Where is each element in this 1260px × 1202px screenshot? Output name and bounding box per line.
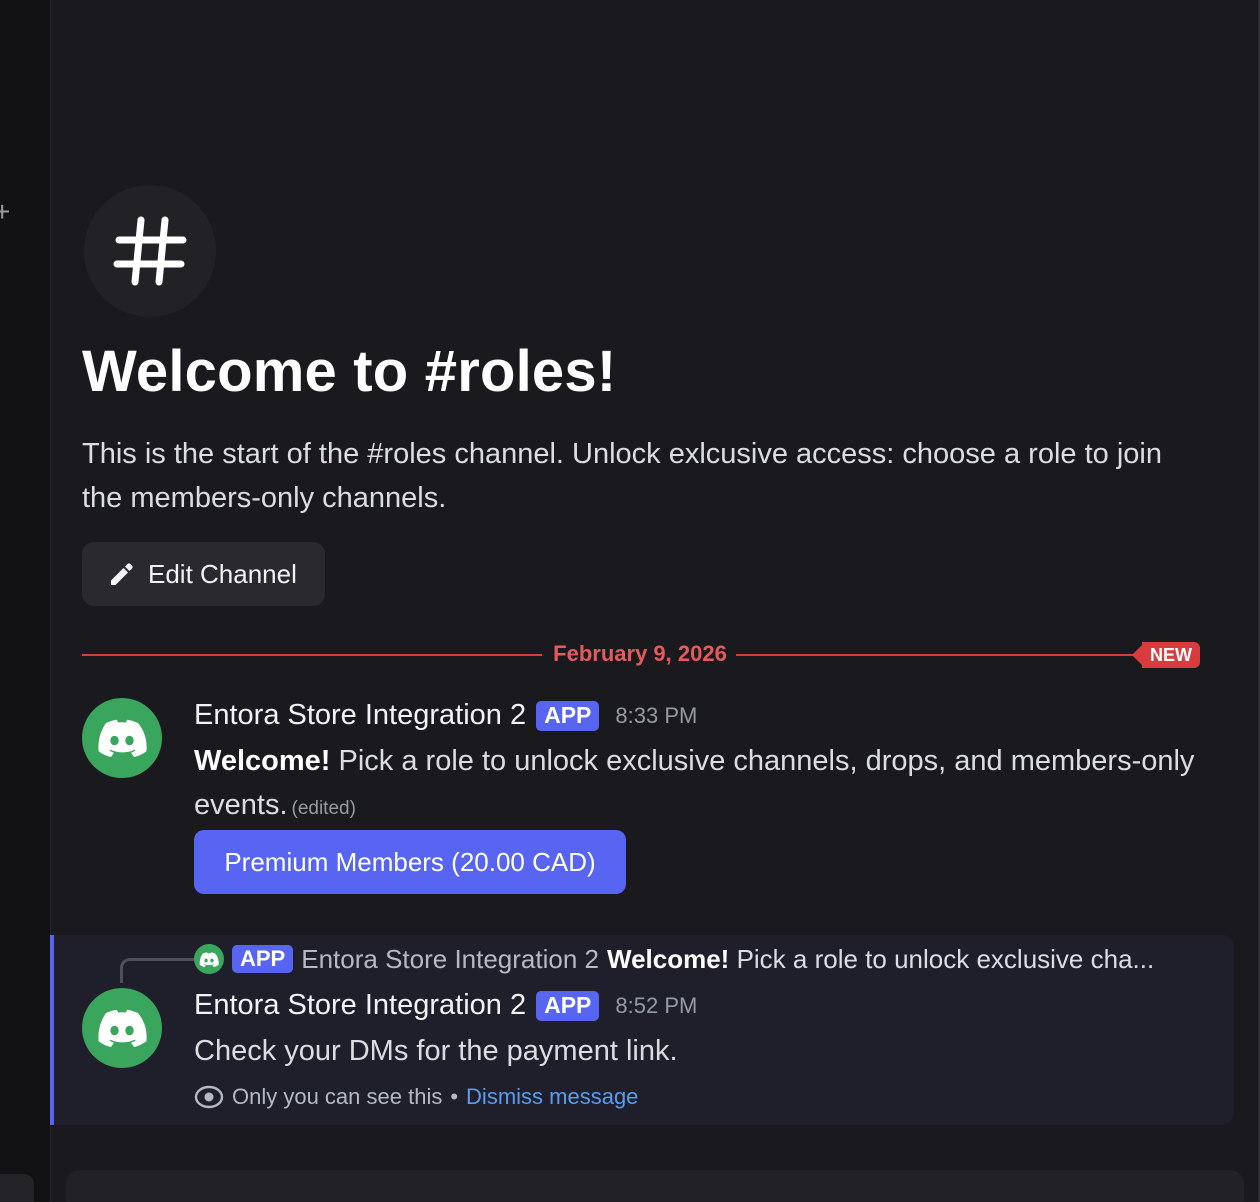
app-tag: APP: [536, 700, 600, 731]
avatar[interactable]: [82, 988, 162, 1068]
edit-channel-button[interactable]: Edit Channel: [82, 542, 325, 606]
date-divider: February 9, 2026 NEW: [82, 640, 1200, 670]
message-body: Welcome! Pick a role to unlock exclusive…: [194, 739, 1204, 831]
ephemeral-note: Only you can see this: [232, 1084, 443, 1109]
message-timestamp: 8:52 PM: [615, 992, 698, 1018]
channel-welcome-title: Welcome to #roles!: [82, 339, 617, 404]
divider-line-right: [736, 654, 1146, 656]
pencil-icon: [111, 563, 133, 585]
edit-channel-label: Edit Channel: [148, 558, 297, 589]
plus-icon[interactable]: +: [0, 198, 10, 226]
divider-date: February 9, 2026: [553, 641, 727, 666]
dismiss-message-link[interactable]: Dismiss message: [466, 1084, 638, 1110]
message-author[interactable]: Entora Store Integration 2: [194, 699, 526, 732]
message-header: Entora Store Integration 2 APP 8:33 PM: [194, 699, 697, 732]
discord-logo-icon: [98, 1009, 147, 1047]
eye-icon: [194, 1085, 224, 1109]
reply-bold-text: Welcome!: [607, 943, 730, 974]
separator-dot: •: [450, 1084, 459, 1109]
reply-connector-line: [120, 958, 195, 983]
left-sidebar-edge: +: [0, 0, 50, 1202]
channel-icon-circle: [84, 185, 216, 317]
sidebar-bottom-panel: [0, 1174, 34, 1202]
avatar[interactable]: [82, 698, 162, 778]
discord-window: + Welcome to #roles! This is the start o…: [0, 0, 1260, 1202]
new-badge-label: NEW: [1142, 642, 1200, 668]
reply-snippet: Welcome! Pick a role to unlock exclusive…: [607, 944, 1154, 975]
app-tag: APP: [536, 990, 600, 1021]
premium-members-button[interactable]: Premium Members (20.00 CAD): [194, 830, 626, 894]
message-composer[interactable]: [66, 1170, 1244, 1202]
message-timestamp: 8:33 PM: [615, 702, 698, 728]
new-badge-notch: [1132, 645, 1142, 665]
edited-label: (edited): [291, 798, 356, 819]
new-messages-badge: NEW: [1132, 642, 1200, 668]
hash-icon: [113, 216, 187, 286]
divider-line-left: [82, 654, 542, 656]
message-text: Check your DMs for the payment link.: [194, 1035, 678, 1067]
discord-logo-icon: [199, 951, 219, 967]
ephemeral-notice: Only you can see this • Dismiss message: [194, 1084, 638, 1110]
discord-logo-icon: [98, 719, 147, 757]
channel-description: This is the start of the #roles channel.…: [82, 438, 1162, 514]
reply-snippet-text: Pick a role to unlock exclusive cha...: [729, 943, 1155, 974]
reply-app-tag: APP: [232, 945, 294, 973]
message-bold-text: Welcome!: [194, 745, 331, 777]
reply-preview[interactable]: APP Entora Store Integration 2 Welcome! …: [194, 942, 1194, 976]
reply-author: Entora Store Integration 2: [301, 943, 599, 974]
message-author[interactable]: Entora Store Integration 2: [194, 989, 526, 1022]
reply-avatar: [194, 944, 224, 974]
message-header: Entora Store Integration 2 APP 8:52 PM: [194, 989, 697, 1022]
